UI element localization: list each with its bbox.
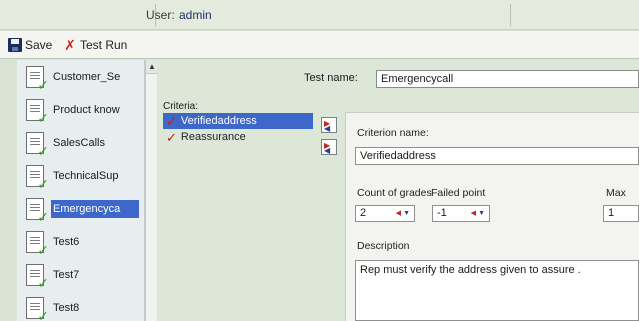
test-run-button[interactable]: ✗ Test Run xyxy=(63,37,127,53)
test-list-item[interactable]: ✓ Test8 xyxy=(17,291,144,321)
user-label: User: xyxy=(146,8,175,22)
count-of-grades-label: Count of grades xyxy=(357,187,432,199)
criterion-name-input[interactable]: Verifiedaddress xyxy=(355,147,639,165)
failed-point-stepper[interactable]: -1 ◀ ▼ xyxy=(432,205,490,222)
divider xyxy=(510,4,511,26)
description-textarea[interactable]: Rep must verify the address given to ass… xyxy=(355,260,639,321)
test-run-label: Test Run xyxy=(80,38,128,52)
scroll-up-icon[interactable]: ▲ xyxy=(146,60,158,74)
failed-point-label: Failed point xyxy=(431,187,486,199)
test-list-item[interactable]: ✓ Test6 xyxy=(17,225,144,259)
count-of-grades-value: 2 xyxy=(360,207,367,219)
move-criterion-button[interactable]: ▶ ◀ xyxy=(321,139,337,155)
criteria-item-label: Verifiedaddress xyxy=(180,115,257,127)
test-list-item[interactable]: ✓ SalesCalls xyxy=(17,126,144,160)
test-list-item-label: SalesCalls xyxy=(53,137,105,149)
document-check-icon: ✓ xyxy=(26,132,49,158)
document-check-icon: ✓ xyxy=(26,297,49,321)
arrow-left-icon: ◀ xyxy=(324,146,331,155)
save-icon xyxy=(8,38,22,52)
test-list-item-selected[interactable]: ✓ Emergencyca xyxy=(17,192,144,226)
test-name-input[interactable]: Emergencycall xyxy=(376,70,639,88)
criteria-label: Criteria: xyxy=(163,101,199,112)
save-label: Save xyxy=(25,38,53,52)
count-of-grades-stepper[interactable]: 2 ◀ ▼ xyxy=(355,205,415,222)
move-criterion-button[interactable]: ▶ ◀ xyxy=(321,117,337,133)
arrow-left-icon: ◀ xyxy=(324,124,331,133)
user-bar: User: admin xyxy=(0,0,639,30)
test-list-item[interactable]: ✓ Test7 xyxy=(17,258,144,292)
test-list-item[interactable]: ✓ TechnicalSup xyxy=(17,159,144,193)
user-value: admin xyxy=(179,8,212,22)
test-name-label: Test name: xyxy=(304,72,358,84)
test-run-icon: ✗ xyxy=(64,37,76,53)
document-check-icon: ✓ xyxy=(26,198,49,224)
test-list-scrollbar[interactable]: ▲ xyxy=(145,60,158,321)
test-list-item-label: Test7 xyxy=(53,269,80,281)
criteria-item-selected[interactable]: ✓ Verifiedaddress xyxy=(163,113,313,129)
test-list-item-label: Test8 xyxy=(53,302,80,314)
criteria-item[interactable]: ✓ Reassurance xyxy=(163,129,313,145)
document-check-icon: ✓ xyxy=(26,264,49,290)
failed-point-value: -1 xyxy=(437,207,447,219)
test-list-item-label: Test6 xyxy=(53,236,80,248)
test-list-item-label: Product know xyxy=(53,104,120,116)
max-stepper[interactable]: 1 xyxy=(603,205,639,222)
document-check-icon: ✓ xyxy=(26,66,49,92)
test-list-item-label: TechnicalSup xyxy=(53,170,119,182)
document-check-icon: ✓ xyxy=(26,231,49,257)
max-value: 1 xyxy=(608,207,615,219)
stepper-arrows-icon[interactable]: ◀ ▼ xyxy=(396,210,410,217)
criteria-list: ✓ Verifiedaddress ✓ Reassurance xyxy=(163,113,313,159)
test-list-item-label: Emergencyca xyxy=(51,200,139,218)
test-list: ✓ Customer_Se ✓ Product know ✓ SalesCall… xyxy=(17,60,145,321)
save-button[interactable]: Save xyxy=(8,37,52,53)
criteria-item-label: Reassurance xyxy=(180,131,246,143)
test-list-item-label: Customer_Se xyxy=(53,71,121,83)
criterion-name-label: Criterion name: xyxy=(357,127,429,139)
toolbar: Save ✗ Test Run xyxy=(0,31,639,59)
document-check-icon: ✓ xyxy=(26,99,49,125)
test-list-item[interactable]: ✓ Customer_Se xyxy=(17,60,144,94)
stepper-arrows-icon[interactable]: ◀ ▼ xyxy=(471,210,485,217)
red-check-icon: ✓ xyxy=(166,113,177,129)
red-check-icon: ✓ xyxy=(166,129,177,145)
test-list-item[interactable]: ✓ Product know xyxy=(17,93,144,127)
max-label: Max xyxy=(606,187,626,199)
document-check-icon: ✓ xyxy=(26,165,49,191)
description-label: Description xyxy=(357,240,410,252)
